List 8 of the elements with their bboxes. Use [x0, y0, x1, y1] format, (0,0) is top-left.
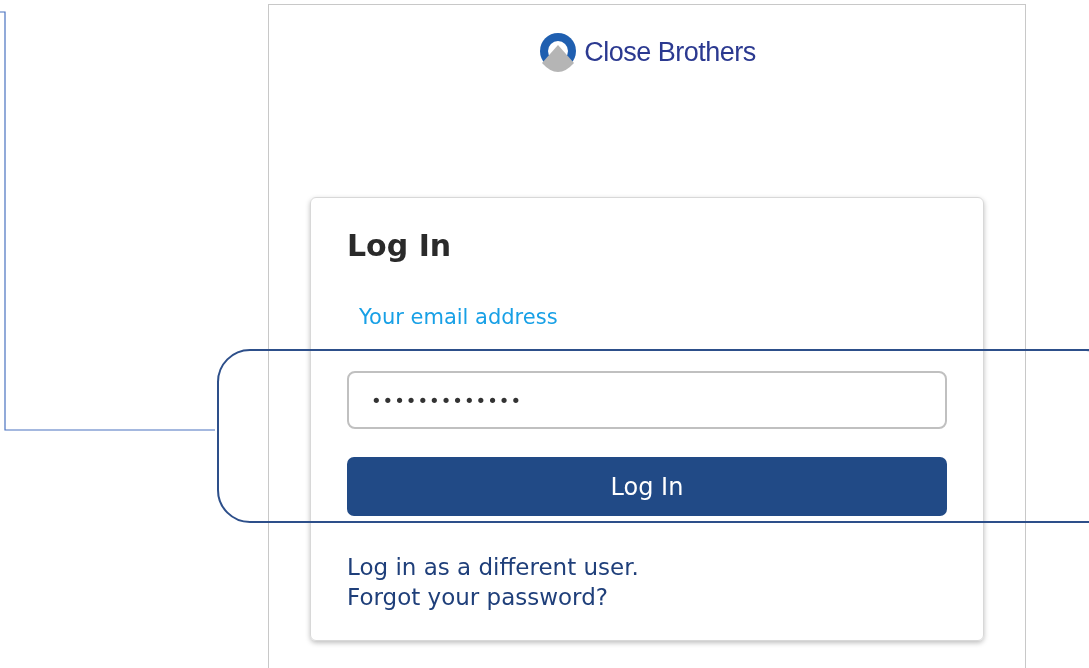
text-link[interactable]: Log in as a different user. [347, 554, 639, 580]
login-button[interactable]: Log In [347, 457, 947, 516]
email-label: Your email address [359, 305, 558, 329]
password-field[interactable]: ••••••••••••• [347, 371, 947, 429]
logo-icon [538, 31, 579, 73]
login-title: Log In [347, 228, 452, 263]
text-link[interactable]: Forgot your password? [347, 584, 639, 610]
logo-text: Close Brothers [584, 36, 756, 68]
